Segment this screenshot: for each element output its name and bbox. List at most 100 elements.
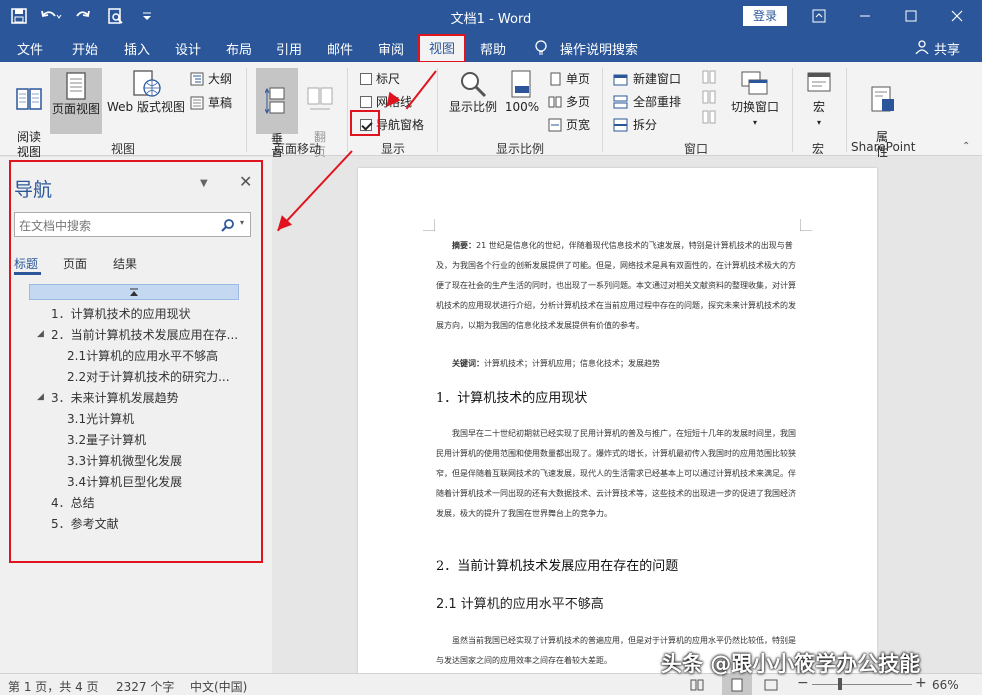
ruler-checkbox[interactable]: 标尺 (360, 70, 400, 87)
share-person-icon[interactable] (915, 40, 929, 58)
heading-item[interactable]: 3.4计算机巨型化发展 (67, 473, 182, 490)
navigation-pane-title: 导航 (14, 179, 53, 201)
close-window-icon[interactable] (934, 3, 980, 29)
split-button[interactable]: 拆分 (613, 116, 657, 133)
read-mode-label: 阅读 视图 (16, 130, 41, 159)
one-page-button[interactable]: 单页 (548, 70, 590, 87)
collapse-caret-icon[interactable]: ◢ (37, 329, 44, 339)
separator (437, 68, 438, 152)
minimize-icon[interactable] (842, 3, 888, 29)
heading-item[interactable]: 2.1计算机的应用水平不够高 (67, 347, 218, 364)
zoom-slider-thumb[interactable] (838, 678, 842, 690)
navigation-pane-label: 导航窗格 (376, 118, 425, 132)
search-dropdown-icon[interactable]: ▾ (240, 218, 244, 227)
heading-item[interactable]: 4．总结 (51, 494, 95, 511)
tab-design[interactable]: 设计 (175, 39, 201, 58)
print-layout-button[interactable]: 页面视图 (50, 68, 102, 134)
crop-mark (800, 219, 812, 231)
tab-insert[interactable]: 插入 (124, 39, 150, 58)
tab-home[interactable]: 开始 (72, 39, 98, 58)
language[interactable]: 中文(中国) (190, 678, 247, 695)
zoom-100-icon (511, 70, 531, 98)
login-button[interactable]: 登录 (743, 6, 787, 26)
tab-help[interactable]: 帮助 (480, 39, 506, 58)
close-pane-icon[interactable]: ✕ (239, 172, 252, 191)
macros-button[interactable]: 宏 ▾ (800, 70, 838, 130)
word-count[interactable]: 2327 个字 (116, 678, 174, 695)
web-layout-status-icon[interactable] (764, 678, 778, 692)
document-search-input[interactable]: 在文档中搜索 ▾ (14, 212, 251, 237)
heading-item[interactable]: 3.3计算机微型化发展 (67, 452, 182, 469)
group-zoom-label: 显示比例 (496, 142, 545, 156)
heading-item[interactable]: 5．参考文献 (51, 515, 119, 532)
collapse-ribbon-icon[interactable]: ⌃ (962, 141, 970, 152)
page-count[interactable]: 第 1 页，共 4 页 (8, 678, 99, 695)
tab-file[interactable]: 文件 (17, 39, 43, 58)
nav-tab-headings[interactable]: 标题 (14, 255, 38, 272)
group-show-label: 显示 (381, 142, 406, 156)
web-layout-button[interactable]: Web 版式视图 (104, 70, 188, 115)
scroll-to-top-button[interactable] (29, 284, 239, 300)
draft-button[interactable]: 草稿 (190, 94, 232, 111)
group-window-label: 窗口 (684, 142, 709, 156)
gridlines-checkbox-box[interactable] (360, 95, 372, 108)
search-icon[interactable] (221, 218, 235, 232)
ruler-checkbox-box[interactable] (360, 72, 372, 85)
separator (846, 68, 847, 152)
arrange-all-button[interactable]: 全部重排 (613, 93, 681, 110)
draft-label: 草稿 (208, 96, 233, 110)
ruler-label: 标尺 (376, 72, 401, 86)
zoom-100-button[interactable]: 100% (503, 70, 541, 115)
heading-item[interactable]: 1．计算机技术的应用现状 (51, 305, 191, 322)
body-paragraph: 我国早在二十世纪初期就已经实现了民用计算机的普及与推广，在短短十几年的发展时间里… (436, 429, 796, 518)
share-button[interactable]: 共享 (934, 39, 960, 58)
outline-icon (190, 72, 204, 85)
multiple-pages-button[interactable]: 多页 (548, 93, 590, 110)
tell-me-search[interactable]: 操作说明搜索 (560, 39, 638, 58)
pane-options-icon[interactable]: ▼ (200, 178, 208, 189)
web-layout-icon (133, 70, 161, 97)
crop-mark (423, 219, 435, 231)
reset-window-icon[interactable] (702, 110, 716, 124)
one-page-icon (550, 72, 561, 85)
tab-review[interactable]: 审阅 (378, 39, 404, 58)
print-layout-label: 页面视图 (51, 102, 100, 116)
zoom-slider[interactable] (812, 684, 912, 685)
tab-references[interactable]: 引用 (276, 39, 302, 58)
tab-mailings[interactable]: 邮件 (327, 39, 353, 58)
outline-button[interactable]: 大纲 (190, 70, 232, 87)
read-mode-status-icon[interactable] (690, 678, 704, 692)
zoom-level[interactable]: 66% (932, 678, 959, 692)
new-window-button[interactable]: 新建窗口 (613, 70, 681, 87)
heading-item[interactable]: 2．当前计算机技术发展应用在存... (51, 326, 238, 343)
heading-item[interactable]: 3.2量子计算机 (67, 431, 146, 448)
sync-scroll-icon[interactable] (702, 90, 716, 104)
tab-layout[interactable]: 布局 (226, 39, 252, 58)
nav-tab-pages[interactable]: 页面 (63, 255, 87, 272)
one-page-label: 单页 (566, 72, 591, 86)
scroll-up-icon (130, 288, 138, 296)
arrange-all-icon (613, 95, 628, 108)
heading-item[interactable]: 2.2对于计算机技术的研究力... (67, 368, 230, 385)
split-label: 拆分 (633, 118, 658, 132)
page-width-button[interactable]: 页宽 (548, 116, 590, 133)
switch-windows-dropdown-icon: ▾ (752, 118, 757, 127)
read-mode-button[interactable]: 阅读 视图 (10, 70, 48, 160)
vertical-button[interactable]: 垂 直 (256, 68, 298, 161)
heading-item[interactable]: 3.1光计算机 (67, 410, 134, 427)
group-pagemove-label: 页面移动 (273, 142, 322, 156)
switch-windows-button[interactable]: 切换窗口 ▾ (726, 70, 784, 130)
tab-view[interactable]: 视图 (418, 34, 466, 63)
multiple-pages-label: 多页 (566, 95, 591, 109)
zoom-button[interactable]: 显示比例 (446, 70, 500, 115)
new-window-label: 新建窗口 (633, 72, 682, 86)
view-side-by-side-icon[interactable] (702, 70, 716, 84)
nav-tab-results[interactable]: 结果 (113, 255, 137, 272)
ribbon-tabs: 文件 开始 插入 设计 布局 引用 邮件 审阅 帮助 操作说明搜索 共享 (0, 33, 982, 62)
collapse-caret-icon[interactable]: ◢ (37, 392, 44, 402)
draft-icon (190, 96, 204, 109)
maximize-icon[interactable] (888, 3, 934, 29)
ribbon-display-icon[interactable] (796, 3, 842, 29)
page-width-icon (548, 118, 562, 131)
heading-item[interactable]: 3．未来计算机发展趋势 (51, 389, 179, 406)
